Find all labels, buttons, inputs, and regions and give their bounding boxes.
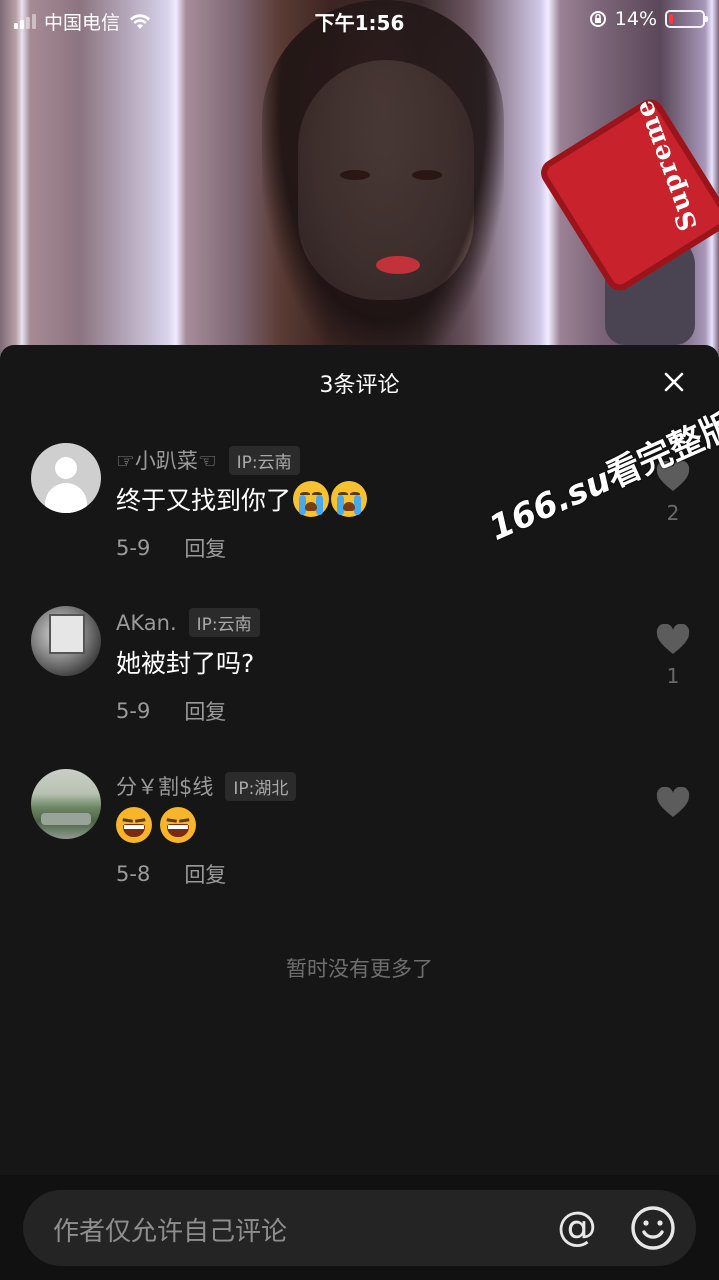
comment-username[interactable]: AKan.	[116, 611, 177, 635]
video-background[interactable]: Supreme	[0, 0, 719, 360]
comment-username[interactable]: 分￥割$线	[116, 771, 213, 801]
comment-text: 她被封了吗?	[116, 649, 255, 678]
at-mention-icon[interactable]: @	[553, 1204, 601, 1252]
laughing-face-emoji-icon	[160, 807, 196, 843]
no-more-comments-note: 暂时没有更多了	[286, 957, 433, 981]
battery-percent: 14%	[614, 8, 657, 30]
comment-text	[116, 807, 196, 843]
ip-location-badge: IP:湖北	[225, 771, 297, 801]
comments-header: 3条评论	[0, 345, 719, 423]
ip-location-badge: IP:云南	[228, 445, 300, 475]
comment-username[interactable]: ☞小趴菜☜	[116, 445, 217, 475]
video-eye-left	[340, 170, 370, 180]
close-icon[interactable]	[659, 367, 689, 397]
comment-item: 分￥割$线 IP:湖北 5-8 回复	[0, 769, 719, 919]
like-count: 1	[666, 664, 680, 688]
crying-face-emoji-icon	[331, 481, 368, 517]
reply-button[interactable]: 回复	[184, 859, 226, 889]
avatar[interactable]	[31, 443, 101, 513]
heart-icon	[656, 786, 690, 817]
reply-button[interactable]: 回复	[184, 533, 226, 563]
ip-location-badge: IP:云南	[188, 608, 260, 637]
avatar[interactable]	[31, 606, 101, 676]
avatar[interactable]	[31, 769, 101, 839]
laughing-face-emoji-icon	[116, 807, 152, 843]
like-button[interactable]	[652, 786, 694, 823]
comment-input-placeholder: 作者仅允许自己评论	[53, 1217, 288, 1247]
comment-input-bar: 作者仅允许自己评论 @	[0, 1175, 719, 1280]
comment-date: 5-9	[116, 536, 151, 560]
heart-icon	[656, 623, 690, 654]
comment-text: 终于又找到你了	[116, 481, 368, 517]
reply-button[interactable]: 回复	[184, 696, 226, 726]
comment-input[interactable]: 作者仅允许自己评论 @	[23, 1190, 696, 1266]
crying-face-emoji-icon	[293, 481, 330, 517]
video-lips	[376, 256, 420, 274]
video-hair	[262, 0, 504, 360]
status-bar: 中国电信 下午1:56 14%	[0, 0, 719, 40]
battery-icon	[665, 10, 708, 28]
comment-item: AKan. IP:云南 她被封了吗? 5-9 回复 1	[0, 606, 719, 756]
comment-date: 5-8	[116, 862, 151, 886]
video-eye-right	[412, 170, 442, 180]
like-button[interactable]: 1	[652, 623, 694, 688]
smiley-icon[interactable]	[629, 1204, 677, 1252]
like-count: 2	[666, 501, 680, 525]
comments-title: 3条评论	[319, 373, 400, 398]
rotation-lock-icon	[589, 11, 606, 27]
comment-date: 5-9	[116, 699, 151, 723]
